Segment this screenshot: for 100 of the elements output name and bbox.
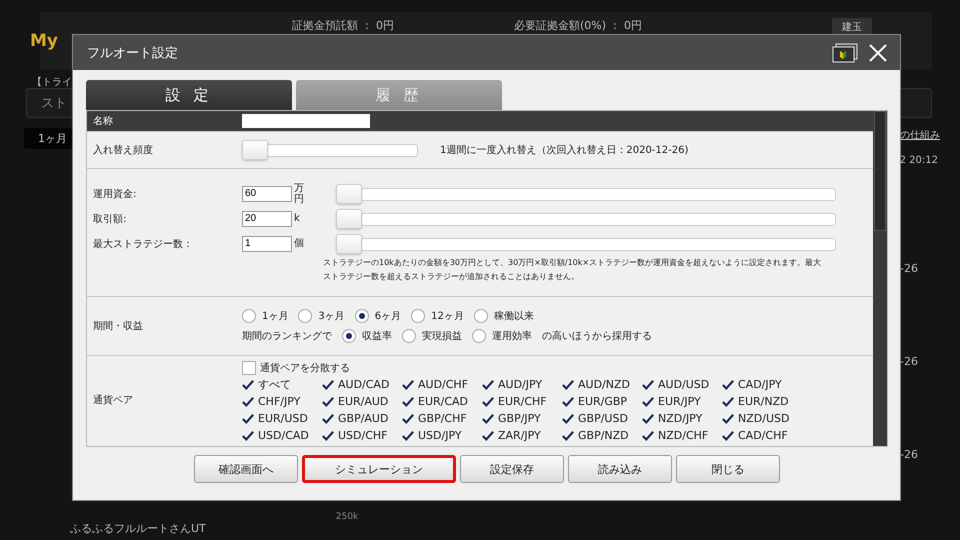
period-label: 期間・収益 <box>92 320 144 333</box>
checkbox-label: EUR/AUD <box>338 395 388 408</box>
checkbox-label: EUR/CAD <box>418 395 468 408</box>
radio-button[interactable] <box>354 309 369 323</box>
dialog-button[interactable]: 確認画面へ <box>194 455 298 483</box>
checkbox-label: CAD/JPY <box>738 378 782 391</box>
checkbox-label: EUR/CHF <box>498 395 547 408</box>
beginner-mark-icon[interactable] <box>832 42 858 62</box>
date-text: -26 <box>900 448 918 461</box>
checkbox-label: USD/CHF <box>338 429 388 442</box>
frequency-slider[interactable] <box>242 140 418 160</box>
checkbox[interactable] <box>642 430 654 442</box>
radio-label: 運用効率 <box>492 330 532 343</box>
tab[interactable]: 設 定 <box>86 80 292 110</box>
checkbox-label: AUD/CAD <box>338 378 390 391</box>
checkbox-label: AUD/USD <box>658 378 710 391</box>
checkbox-label: 通貨ペアを分散する <box>260 362 350 374</box>
radio-button[interactable] <box>342 329 356 343</box>
margin-text: 必要証拠金額(0%) ： 0円 <box>514 18 642 33</box>
pairs-label: 通貨ペア <box>92 394 134 407</box>
unit-text: 万円 <box>294 182 305 204</box>
checkbox[interactable] <box>322 378 334 390</box>
number-field[interactable]: 1 <box>242 236 292 252</box>
checkbox[interactable] <box>642 412 654 424</box>
checkbox-label: AUD/JPY <box>498 378 542 391</box>
checkbox[interactable] <box>242 396 254 408</box>
radio-button[interactable] <box>402 329 416 343</box>
radio-button[interactable] <box>242 309 256 323</box>
radio-label: 3ヶ月 <box>318 310 345 323</box>
checkbox-label: CAD/CHF <box>738 429 788 442</box>
checkbox[interactable] <box>402 378 414 390</box>
checkbox[interactable] <box>242 430 254 442</box>
radio-label: 収益率 <box>362 330 392 343</box>
checkbox[interactable] <box>242 378 254 390</box>
checkbox[interactable] <box>562 378 574 390</box>
value-slider[interactable] <box>336 208 836 228</box>
checkbox[interactable] <box>642 396 654 408</box>
unit-text: k <box>294 213 301 224</box>
slider-thumb[interactable] <box>242 140 268 160</box>
number-field[interactable]: 20 <box>242 210 292 226</box>
name-field[interactable] <box>242 114 370 128</box>
name-label: 名称 <box>92 115 114 128</box>
checkbox[interactable] <box>402 412 414 424</box>
checkbox[interactable] <box>562 396 574 408</box>
value-slider[interactable] <box>336 234 836 254</box>
dialog-button[interactable]: シミュレーション <box>302 455 456 483</box>
checkbox-label: AUD/CHF <box>418 378 468 391</box>
checkbox-label: AUD/NZD <box>578 378 630 391</box>
dialog-button[interactable]: 設定保存 <box>460 455 564 483</box>
date-text: -26 <box>900 262 918 275</box>
checkbox[interactable] <box>482 430 494 442</box>
checkbox[interactable] <box>402 430 414 442</box>
checkbox[interactable] <box>722 430 734 442</box>
radio-button[interactable] <box>411 309 426 323</box>
checkbox-label: GBP/CHF <box>418 412 467 425</box>
radio-button[interactable] <box>474 309 488 323</box>
checkbox[interactable] <box>562 412 574 424</box>
radio-button[interactable] <box>472 329 486 343</box>
checkbox[interactable] <box>482 396 494 408</box>
radio-label: 1ヶ月 <box>262 310 288 323</box>
checkbox-label: すべて <box>258 377 291 392</box>
number-field[interactable]: 60 <box>242 186 292 202</box>
checkbox-label: NZD/USD <box>738 412 790 425</box>
checkbox-label: GBP/USD <box>578 412 628 425</box>
dialog-button[interactable]: 閉じる <box>676 455 780 483</box>
checkbox[interactable] <box>722 396 734 408</box>
date-text: -26 <box>900 355 918 368</box>
checkbox-label: USD/JPY <box>418 429 462 442</box>
checkbox-label: EUR/NZD <box>738 395 789 408</box>
radio-label: 稼働以来 <box>494 310 534 323</box>
checkbox[interactable] <box>482 378 494 390</box>
close-icon[interactable] <box>868 42 888 62</box>
dialog-button[interactable]: 読み込み <box>568 455 672 483</box>
slider-thumb[interactable] <box>336 184 362 204</box>
capital-label: 取引額: <box>92 212 128 226</box>
checkbox[interactable] <box>482 412 494 424</box>
checkbox-label: NZD/CHF <box>658 429 708 442</box>
checkbox[interactable] <box>562 430 574 442</box>
dialog-title: フルオート設定 <box>87 44 179 62</box>
checkbox[interactable] <box>242 360 256 374</box>
checkbox[interactable] <box>322 430 334 442</box>
radio-button[interactable] <box>298 309 312 323</box>
checkbox[interactable] <box>722 378 734 390</box>
checkbox[interactable] <box>322 412 334 424</box>
slider-thumb[interactable] <box>336 234 362 254</box>
capital-label: 最大ストラテジー数： <box>92 238 194 250</box>
checkbox[interactable] <box>402 396 414 408</box>
slider-thumb[interactable] <box>336 208 362 228</box>
ranking-text: 期間のランキングで <box>242 330 332 343</box>
checkbox[interactable] <box>722 412 734 424</box>
unit-text: 個 <box>294 238 305 249</box>
strategy-tab[interactable]: スト <box>41 94 67 112</box>
checkbox[interactable] <box>242 412 254 424</box>
value-slider[interactable] <box>336 184 836 204</box>
checkbox[interactable] <box>642 378 654 390</box>
checkbox[interactable] <box>322 396 334 408</box>
checkbox-label: EUR/USD <box>258 412 308 425</box>
checkbox-label: ZAR/JPY <box>498 429 541 442</box>
scrollbar[interactable] <box>873 111 887 446</box>
trial-text: 【トライ <box>32 77 72 88</box>
